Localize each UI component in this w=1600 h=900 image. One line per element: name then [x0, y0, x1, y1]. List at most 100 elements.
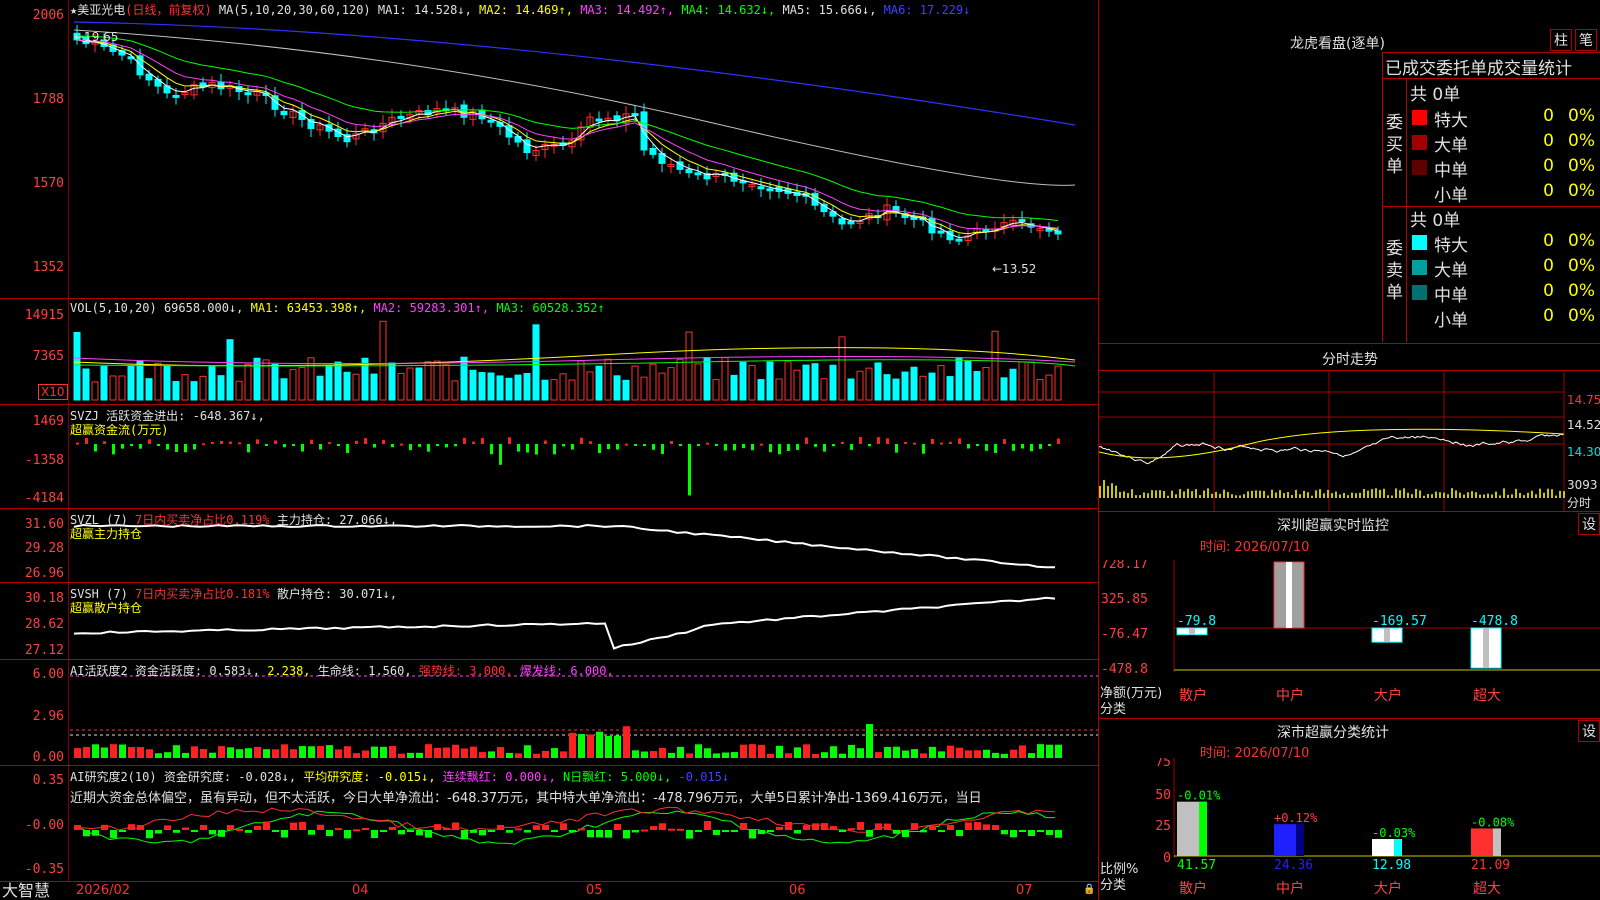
volume-bar — [100, 365, 108, 401]
activity-bar — [281, 744, 288, 758]
intraday-volume-bar — [1371, 489, 1373, 498]
fund-flow-bar — [130, 444, 133, 446]
activity-bar — [785, 753, 792, 758]
fund-flow-bar — [85, 438, 88, 444]
ai-active-label: AI活跃度2 — [70, 664, 128, 678]
intraday-volume-bar — [1127, 493, 1129, 498]
volume-bar — [973, 371, 981, 401]
activity-bar — [425, 744, 432, 758]
vol-ma3: MA3: 60528.352↑ — [496, 301, 605, 315]
lock-icon[interactable]: 🔒 — [1083, 884, 1095, 895]
activity-bar — [335, 749, 342, 758]
activity-bar — [929, 746, 936, 758]
ai-research-d: N日飘红: 5.000↓, — [563, 770, 672, 784]
research-bar — [155, 830, 162, 834]
fund-flow-bar — [229, 441, 232, 444]
research-bar — [749, 830, 756, 839]
volume-bar — [631, 365, 639, 401]
volume-bar — [1036, 379, 1044, 401]
research-bar — [695, 830, 702, 832]
sz-monitor-chart[interactable]: 728.17 325.85 -76.47 -478.8 -79.8 散户 728.17 中户 -… — [1099, 560, 1600, 720]
fund-flow-bar — [238, 442, 241, 445]
research-bar — [326, 830, 333, 837]
buy-row-pct: 0% — [1568, 106, 1595, 126]
sz-stats-chart[interactable]: 75 50 25 0 -0.01% 41.57 散户 +0.12% 24.36 中户 -0.03% 1… — [1099, 758, 1600, 900]
fund-flow-bar — [832, 444, 835, 447]
candle-body — [1018, 219, 1026, 223]
fund-flow-bar — [895, 444, 898, 453]
intraday-volume-bar — [1167, 495, 1169, 498]
volume-bar — [1054, 365, 1062, 401]
volume-bar — [748, 364, 756, 401]
volume-bar — [883, 374, 891, 401]
ai-research-c: 连续飘红: 0.000↓, — [442, 770, 556, 784]
volume-bar — [289, 368, 297, 401]
fund-flow-bar — [211, 442, 214, 445]
sell-row-count: 0 — [1543, 256, 1554, 276]
candle-body — [766, 188, 774, 192]
fund-flow-bar — [337, 444, 340, 446]
research-bar — [956, 830, 963, 837]
low-price-mark: ←13.52 — [992, 262, 1037, 276]
intraday-volume-bar — [1523, 495, 1525, 498]
intraday-volume-bar — [1323, 493, 1325, 498]
research-bar — [1037, 830, 1044, 832]
stats-change-label: -0.03% — [1372, 826, 1416, 840]
volume-bar — [964, 360, 972, 401]
fund-flow-bar — [346, 444, 349, 454]
brand-logo: 大智慧 — [2, 881, 51, 900]
volume-bar — [343, 371, 351, 401]
monitor-bar-label: 728.17 — [1274, 560, 1321, 563]
candle-body — [955, 238, 963, 242]
volume-bar — [667, 367, 675, 401]
sell-row-pct: 0% — [1568, 306, 1595, 326]
vol-unit-label[interactable]: X10 — [38, 384, 68, 400]
intraday-volume-bar — [1283, 493, 1285, 498]
kline-chart-canvas[interactable] — [0, 0, 1098, 882]
intraday-volume-bar — [1471, 491, 1473, 498]
main-force-hold-line — [73, 523, 1056, 569]
period-label[interactable]: (日线，前复权) — [125, 3, 211, 17]
activity-bar — [371, 746, 378, 758]
xaxis-label: 05 — [586, 883, 603, 898]
stock-title[interactable]: ★美亚光电 — [70, 3, 125, 17]
fund-flow-bar — [769, 444, 772, 453]
fund-flow-bar — [742, 444, 745, 449]
activity-bar — [767, 753, 774, 758]
research-bar — [929, 825, 936, 830]
fund-flow-bar — [553, 444, 556, 455]
research-bar — [128, 824, 135, 830]
fund-flow-bar — [265, 444, 268, 446]
volume-bar — [118, 375, 126, 401]
intraday-volume-bar — [1331, 493, 1333, 498]
research-bar — [704, 821, 711, 830]
sz-stats-settings-button[interactable]: 设 — [1578, 720, 1600, 742]
activity-bar — [1001, 753, 1008, 758]
intraday-volume-bar — [1119, 491, 1121, 498]
intraday-volume-bar — [1383, 488, 1385, 498]
intraday-volume-bar — [1391, 495, 1393, 498]
intraday-chart[interactable] — [1099, 372, 1600, 512]
sep — [1098, 718, 1600, 719]
fund-flow-bar — [580, 437, 583, 444]
ai-active-c: 生命线: 1.560, — [317, 664, 412, 678]
intraday-volume-bar — [1355, 493, 1357, 498]
activity-bar — [758, 744, 765, 758]
sz-stats-title: 深市超赢分类统计 — [1277, 725, 1389, 741]
svzj-axis-label: 1469 — [32, 414, 64, 429]
intraday-volume-bar — [1199, 495, 1201, 498]
activity-bar — [299, 746, 306, 758]
research-bar — [686, 830, 693, 839]
intraday-volume-bar — [1195, 489, 1197, 498]
research-bar — [965, 822, 972, 830]
intraday-volume-bar — [1235, 495, 1237, 498]
research-bar — [911, 823, 918, 830]
sell-row-pct: 0% — [1568, 281, 1595, 301]
activity-bar — [218, 746, 225, 758]
fund-flow-bar — [607, 444, 610, 450]
research-bar — [830, 826, 837, 830]
sz-monitor-settings-button[interactable]: 设 — [1578, 513, 1600, 535]
sell-row-count: 0 — [1543, 281, 1554, 301]
volume-bar — [415, 367, 423, 401]
activity-bar — [164, 752, 171, 758]
